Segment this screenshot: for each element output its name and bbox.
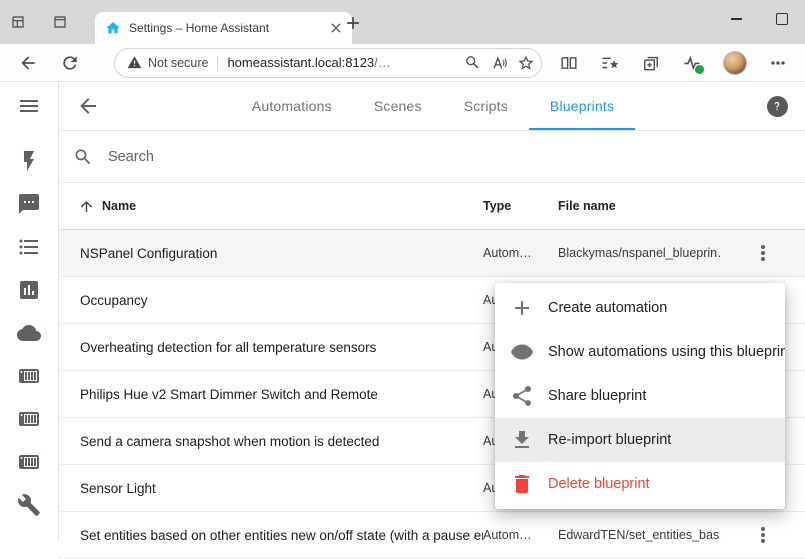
url-host: homeassistant.local:8123: [227, 55, 374, 70]
url-text[interactable]: homeassistant.local:8123/…: [227, 55, 390, 70]
cloud-icon[interactable]: [17, 321, 41, 345]
tab-blueprints[interactable]: Blueprints: [529, 82, 635, 130]
column-header-type[interactable]: Type: [483, 199, 558, 213]
workspaces-icon[interactable]: [10, 14, 26, 30]
search-bar: [59, 131, 805, 183]
zoom-icon[interactable]: [464, 54, 481, 71]
menu-item-label: Show automations using this blueprint: [548, 344, 785, 360]
list-icon[interactable]: [17, 235, 41, 259]
collections-icon[interactable]: [641, 53, 661, 73]
browser-more-icon[interactable]: [768, 53, 788, 73]
row-name: Philips Hue v2 Smart Dimmer Switch and R…: [59, 387, 483, 402]
eye-icon: [510, 340, 534, 364]
url-path: /…: [374, 55, 391, 70]
help-icon: [767, 96, 788, 117]
table-row[interactable]: Set entities based on other entities new…: [59, 512, 805, 559]
tab-title: Settings – Home Assistant: [129, 21, 328, 35]
row-file: Blackymas/nspanel_blueprin…: [558, 246, 721, 260]
menu-item-share-blueprint[interactable]: Share blueprint: [495, 374, 785, 418]
column-header-name[interactable]: Name: [59, 198, 483, 215]
table-row[interactable]: NSPanel Configuration Autom… Blackymas/n…: [59, 230, 805, 277]
window-controls: [713, 0, 805, 38]
delete-icon: [510, 472, 534, 496]
menu-item-label: Delete blueprint: [548, 476, 650, 492]
lightning-bolt-icon[interactable]: [17, 149, 41, 173]
tab-layout-icon[interactable]: [52, 14, 68, 30]
column-header-file[interactable]: File name: [558, 199, 721, 213]
browser-navbar: Not secure homeassistant.local:8123/…: [0, 44, 805, 82]
row-name: Sensor Light: [59, 481, 483, 496]
server-icon[interactable]: [17, 407, 41, 431]
wrench-icon[interactable]: [17, 493, 41, 517]
row-overflow-menu-icon[interactable]: [751, 241, 775, 265]
menu-item-reimport-blueprint[interactable]: Re-import blueprint: [495, 418, 785, 462]
address-divider: [217, 56, 218, 70]
chat-icon[interactable]: [17, 192, 41, 216]
search-input[interactable]: [106, 148, 805, 166]
table-header: Name Type File name: [59, 183, 805, 230]
browser-back-icon[interactable]: [18, 53, 38, 73]
minimize-button[interactable]: [713, 0, 759, 38]
tab-scenes[interactable]: Scenes: [353, 82, 443, 130]
search-icon: [73, 147, 93, 167]
row-name: Overheating detection for all temperatur…: [59, 340, 483, 355]
profile-avatar[interactable]: [723, 51, 747, 75]
tab-scripts[interactable]: Scripts: [443, 82, 529, 130]
tab-close-icon[interactable]: [328, 20, 344, 36]
row-name: Occupancy: [59, 293, 483, 308]
favorites-hub-icon[interactable]: [600, 53, 620, 73]
ha-header: Automations Scenes Scripts Blueprints: [59, 82, 805, 131]
share-icon: [510, 384, 534, 408]
menu-item-show-automations[interactable]: Show automations using this blueprint: [495, 330, 785, 374]
ha-tab-bar: Automations Scenes Scripts Blueprints: [117, 82, 749, 130]
address-bar[interactable]: Not secure homeassistant.local:8123/…: [114, 48, 542, 78]
sidebar-menu-icon[interactable]: [17, 94, 41, 118]
split-screen-icon[interactable]: [559, 53, 579, 73]
tab-automations[interactable]: Automations: [231, 82, 353, 130]
browser-tab[interactable]: Settings – Home Assistant: [95, 12, 352, 44]
help-button[interactable]: [749, 82, 805, 130]
row-name: Send a camera snapshot when motion is de…: [59, 434, 483, 449]
menu-item-label: Create automation: [548, 300, 667, 316]
essentials-status-dot: [694, 64, 705, 75]
row-name: NSPanel Configuration: [59, 246, 483, 261]
home-assistant-favicon: [105, 20, 121, 36]
favorite-star-icon[interactable]: [517, 54, 535, 72]
security-label[interactable]: Not secure: [148, 56, 208, 70]
browser-refresh-icon[interactable]: [60, 53, 80, 73]
row-type: Autom…: [483, 246, 558, 260]
menu-item-label: Re-import blueprint: [548, 432, 671, 448]
browser-essentials-icon[interactable]: [682, 53, 702, 73]
ha-sidebar: [0, 82, 59, 540]
chart-box-icon[interactable]: [17, 278, 41, 302]
server-icon[interactable]: [17, 364, 41, 388]
server-icon[interactable]: [17, 450, 41, 474]
row-name: Set entities based on other entities new…: [59, 528, 483, 543]
sort-ascending-icon: [78, 198, 95, 215]
menu-item-create-automation[interactable]: Create automation: [495, 286, 785, 330]
browser-titlebar: Settings – Home Assistant: [0, 0, 805, 44]
menu-item-label: Share blueprint: [548, 388, 646, 404]
ha-back-icon[interactable]: [59, 82, 117, 130]
read-aloud-icon[interactable]: [490, 54, 508, 72]
row-overflow-menu-icon[interactable]: [751, 523, 775, 547]
blueprint-context-menu: Create automation Show automations using…: [495, 283, 785, 509]
download-icon: [510, 428, 534, 452]
plus-icon: [510, 296, 534, 320]
menu-item-delete-blueprint[interactable]: Delete blueprint: [495, 462, 785, 506]
maximize-button[interactable]: [759, 0, 805, 38]
not-secure-warning-icon: [127, 55, 142, 70]
new-tab-button[interactable]: [343, 13, 363, 33]
